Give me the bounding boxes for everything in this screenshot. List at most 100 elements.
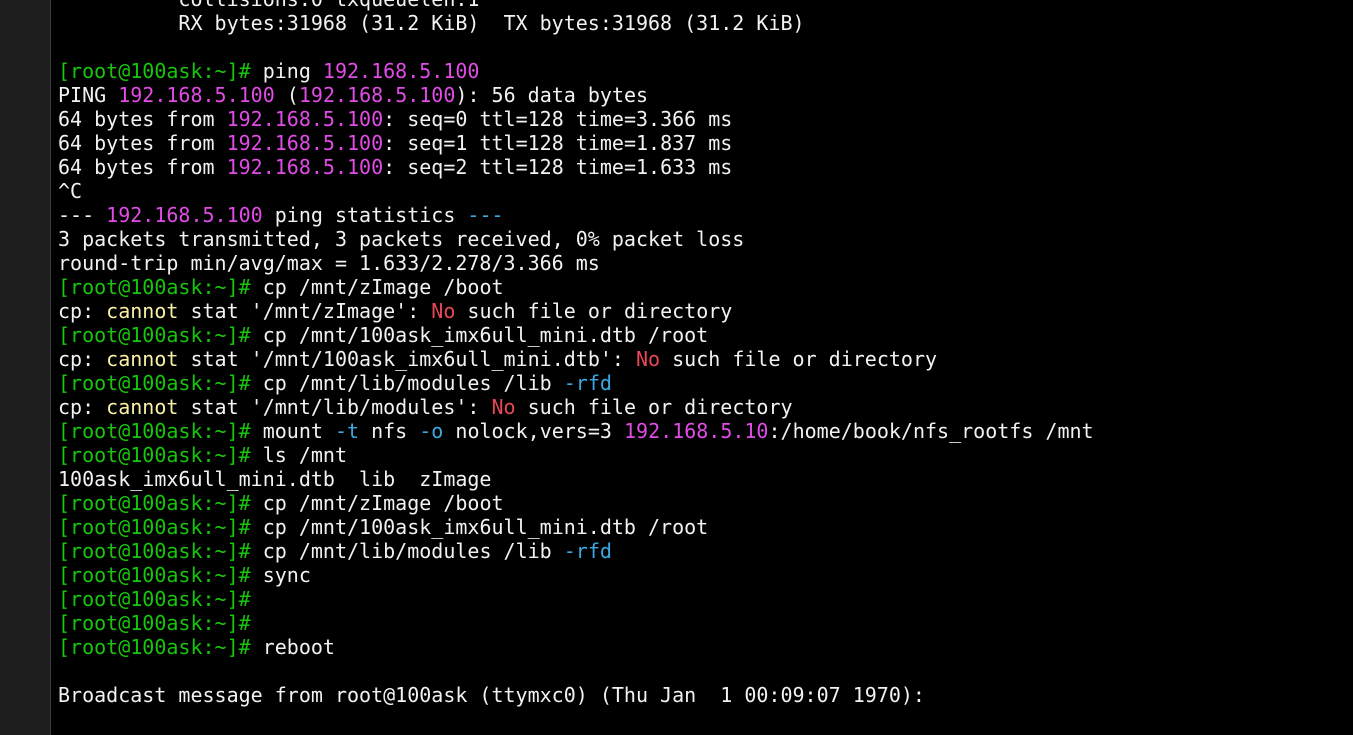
shell-prompt: [root@100ask:~]# — [58, 611, 251, 635]
terminal-text: ping statistics — [262, 203, 468, 227]
terminal-output-line: Broadcast message from root@100ask (ttym… — [58, 683, 1353, 707]
terminal-text: --- — [467, 203, 504, 227]
terminal-text: -o — [419, 419, 444, 443]
terminal-text: RX bytes:31968 (31.2 KiB) TX bytes:31968… — [58, 11, 805, 35]
terminal-output-line: 64 bytes from 192.168.5.100: seq=1 ttl=1… — [58, 131, 1353, 155]
terminal-text: 3 packets transmitted, 3 packets receive… — [58, 227, 745, 251]
terminal-command-line: [root@100ask:~]# reboot — [58, 635, 1353, 659]
terminal-text: 192.168.5.100 — [118, 83, 275, 107]
terminal-text: ls /mnt — [262, 443, 347, 467]
terminal-text: sync — [262, 563, 311, 587]
shell-prompt: [root@100ask:~]# — [58, 419, 263, 443]
terminal-text: ): 56 data bytes — [455, 83, 649, 107]
terminal-text: 192.168.5.100 — [226, 131, 384, 155]
terminal-text: ping — [262, 59, 323, 83]
gutter-divider — [50, 0, 51, 735]
terminal-command-line: [root@100ask:~]# cp /mnt/zImage /boot — [58, 275, 1353, 299]
terminal-text: : seq=1 ttl=128 time=1.837 ms — [383, 131, 733, 155]
terminal-text: cannot — [106, 299, 179, 323]
terminal-text: such file or directory — [660, 347, 938, 371]
terminal-text: round-trip min/avg/max = 1.633/2.278/3.3… — [58, 251, 600, 275]
shell-prompt: [root@100ask:~]# — [58, 491, 263, 515]
shell-prompt: [root@100ask:~]# — [58, 323, 263, 347]
terminal-output-line: PING 192.168.5.100 (192.168.5.100): 56 d… — [58, 83, 1353, 107]
terminal-text: such file or directory — [515, 395, 793, 419]
terminal-command-line: [root@100ask:~]# cp /mnt/100ask_imx6ull_… — [58, 515, 1353, 539]
terminal-command-line: [root@100ask:~]# sync — [58, 563, 1353, 587]
terminal-text: cp /mnt/100ask_imx6ull_mini.dtb /root — [262, 515, 709, 539]
terminal-text: 192.168.5.10 — [623, 419, 769, 443]
terminal-text: 192.168.5.100 — [226, 107, 384, 131]
terminal-text: 192.168.5.100 — [322, 59, 480, 83]
terminal-command-line: [root@100ask:~]# ls /mnt — [58, 443, 1353, 467]
terminal-text: -rfd — [563, 371, 612, 395]
terminal-text: 192.168.5.100 — [226, 155, 384, 179]
shell-prompt: [root@100ask:~]# — [58, 275, 263, 299]
terminal-output-line: 3 packets transmitted, 3 packets receive… — [58, 227, 1353, 251]
terminal-text: No — [635, 347, 661, 371]
terminal-text: 100ask_imx6ull_mini.dtb lib zImage — [58, 467, 492, 491]
terminal-command-line: [root@100ask:~]# — [58, 587, 1353, 611]
terminal-text: cp: — [58, 347, 107, 371]
terminal-text: cp /mnt/100ask_imx6ull_mini.dtb /root — [262, 323, 709, 347]
terminal-text: stat '/mnt/lib/modules': — [178, 395, 492, 419]
shell-prompt: [root@100ask:~]# — [58, 371, 263, 395]
terminal-command-line: [root@100ask:~]# cp /mnt/zImage /boot — [58, 491, 1353, 515]
terminal-text: cp: — [58, 299, 107, 323]
terminal-text: cp /mnt/zImage /boot — [262, 491, 504, 515]
terminal-text: cp: — [58, 395, 107, 419]
terminal-text: Broadcast message from root@100ask (ttym… — [58, 683, 925, 707]
terminal-text: 192.168.5.100 — [106, 203, 263, 227]
terminal-text: such file or directory — [455, 299, 733, 323]
terminal-command-line: [root@100ask:~]# cp /mnt/lib/modules /li… — [58, 539, 1353, 563]
terminal-output[interactable]: collisions:0 txqueuelen:1 RX bytes:31968… — [58, 0, 1353, 735]
terminal-text: 64 bytes from — [58, 155, 227, 179]
shell-prompt: [root@100ask:~]# — [58, 539, 263, 563]
terminal-output-line: round-trip min/avg/max = 1.633/2.278/3.3… — [58, 251, 1353, 275]
terminal-text: 64 bytes from — [58, 131, 227, 155]
terminal-text: cp /mnt/lib/modules /lib — [262, 371, 564, 395]
terminal-text: -rfd — [563, 539, 612, 563]
terminal-window: collisions:0 txqueuelen:1 RX bytes:31968… — [0, 0, 1353, 735]
terminal-text: -t — [334, 419, 360, 443]
terminal-text: cannot — [106, 395, 179, 419]
terminal-output-line: 100ask_imx6ull_mini.dtb lib zImage — [58, 467, 1353, 491]
terminal-text: cp /mnt/zImage /boot — [262, 275, 504, 299]
terminal-text: No — [491, 395, 516, 419]
terminal-text: stat '/mnt/100ask_imx6ull_mini.dtb': — [178, 347, 636, 371]
terminal-output-line: ^C — [58, 179, 1353, 203]
terminal-text: :/home/book/nfs_rootfs /mnt — [768, 419, 1094, 443]
terminal-command-line: [root@100ask:~]# cp /mnt/100ask_imx6ull_… — [58, 323, 1353, 347]
terminal-text: stat '/mnt/zImage': — [178, 299, 432, 323]
terminal-text: ^C — [58, 179, 83, 203]
terminal-text: 192.168.5.100 — [298, 83, 456, 107]
terminal-output-line: cp: cannot stat '/mnt/lib/modules': No s… — [58, 395, 1353, 419]
shell-prompt: [root@100ask:~]# — [58, 59, 263, 83]
shell-prompt: [root@100ask:~]# — [58, 443, 263, 467]
shell-prompt: [root@100ask:~]# — [58, 587, 251, 611]
terminal-output-line: cp: cannot stat '/mnt/zImage': No such f… — [58, 299, 1353, 323]
terminal-output-line: cp: cannot stat '/mnt/100ask_imx6ull_min… — [58, 347, 1353, 371]
terminal-text: ( — [274, 83, 299, 107]
terminal-text: collisions:0 txqueuelen:1 — [58, 0, 479, 11]
terminal-text: No — [431, 299, 456, 323]
terminal-text: mount — [262, 419, 335, 443]
shell-prompt: [root@100ask:~]# — [58, 635, 263, 659]
terminal-text: PING — [58, 83, 119, 107]
terminal-text: nolock,vers=3 — [443, 419, 624, 443]
terminal-text: 64 bytes from — [58, 107, 227, 131]
terminal-output-line: --- 192.168.5.100 ping statistics --- — [58, 203, 1353, 227]
terminal-command-line: [root@100ask:~]# cp /mnt/lib/modules /li… — [58, 371, 1353, 395]
terminal-text: : seq=0 ttl=128 time=3.366 ms — [383, 107, 733, 131]
terminal-text: cp /mnt/lib/modules /lib — [262, 539, 564, 563]
shell-prompt: [root@100ask:~]# — [58, 563, 263, 587]
terminal-command-line: [root@100ask:~]# ping 192.168.5.100 — [58, 59, 1353, 83]
terminal-command-line: [root@100ask:~]# mount -t nfs -o nolock,… — [58, 419, 1353, 443]
terminal-text: --- — [58, 203, 107, 227]
terminal-output-line: RX bytes:31968 (31.2 KiB) TX bytes:31968… — [58, 11, 1353, 35]
terminal-output-line: 64 bytes from 192.168.5.100: seq=0 ttl=1… — [58, 107, 1353, 131]
terminal-output-line: collisions:0 txqueuelen:1 — [58, 0, 1353, 11]
left-gutter — [0, 0, 50, 735]
